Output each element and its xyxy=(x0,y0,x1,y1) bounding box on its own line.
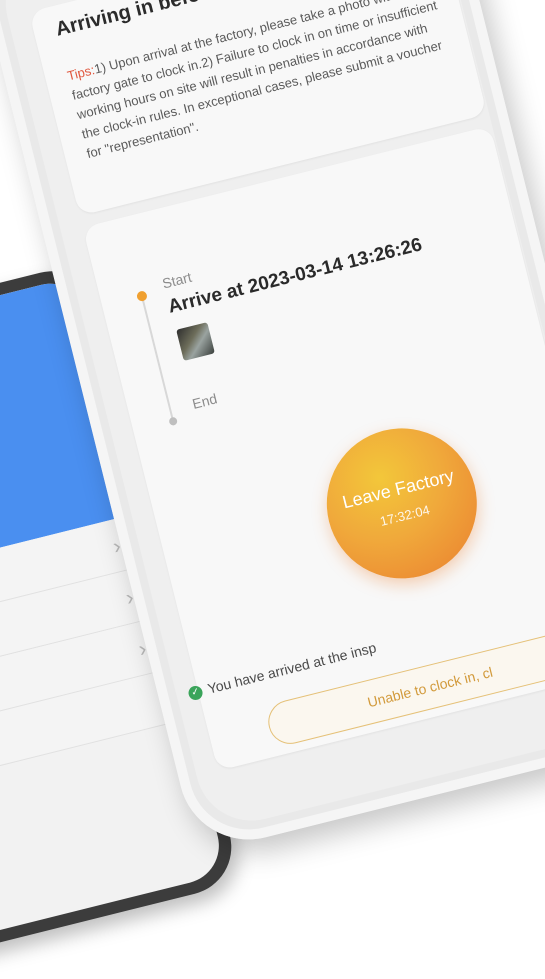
timeline-start-dot xyxy=(135,290,149,303)
unable-to-clock-in-button[interactable]: Unable to clock in, cl xyxy=(263,625,545,749)
timeline-end-label: End xyxy=(190,390,219,412)
arrival-timestamp: Arrive at 2023-03-14 13:26:26 xyxy=(165,234,425,318)
back-arrow-icon[interactable]: ‹ xyxy=(21,0,39,4)
clock-in-card: Start Arrive at 2023-03-14 13:26:26 End … xyxy=(82,125,545,771)
timeline-start-label: Start xyxy=(160,268,194,292)
tips-text: Tips:1) Upon arrival at the factory, ple… xyxy=(65,0,458,164)
tips-body: 1) Upon arrival at the factory, please t… xyxy=(70,0,444,162)
timeline-end-dot xyxy=(168,416,179,427)
check-circle-icon: ✓ xyxy=(187,684,205,702)
leave-factory-button[interactable]: Leave Factory 17:32:04 xyxy=(310,412,493,595)
tips-tag: Tips: xyxy=(65,62,97,84)
clock-in-photo-thumbnail[interactable] xyxy=(176,322,215,361)
unable-to-clock-in-label: Unable to clock in, cl xyxy=(365,663,495,711)
